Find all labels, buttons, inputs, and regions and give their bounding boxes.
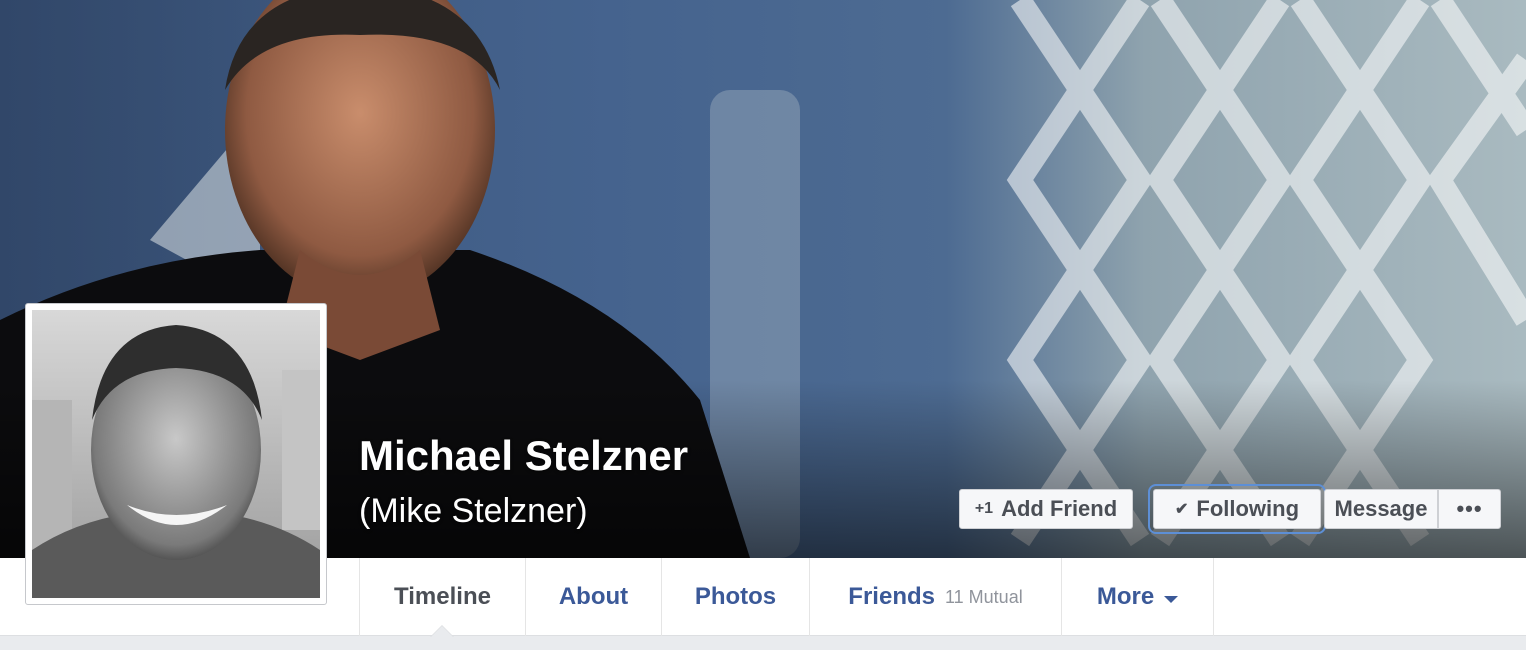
tab-about[interactable]: About xyxy=(525,558,661,636)
tab-label: About xyxy=(558,583,629,610)
add-friend-button[interactable]: +1 Add Friend xyxy=(959,489,1133,529)
profile-alternate-name: (Mike Stelzner) xyxy=(359,492,588,530)
page-background xyxy=(0,636,1526,650)
profile-picture[interactable] xyxy=(25,303,327,605)
checkmark-icon: ✔ xyxy=(1174,501,1189,518)
active-tab-indicator-inner xyxy=(431,626,453,637)
tab-label: Friends xyxy=(848,583,935,610)
profile-photo-image xyxy=(32,310,320,598)
add-friend-icon: +1 xyxy=(974,500,994,517)
tab-label: More xyxy=(1096,583,1155,610)
add-friend-label: Add Friend xyxy=(1001,496,1118,521)
ellipsis-icon: ••• xyxy=(1456,496,1483,521)
message-button[interactable]: Message xyxy=(1324,489,1438,529)
tab-more[interactable]: More xyxy=(1061,558,1214,636)
caret-down-icon xyxy=(1164,595,1179,603)
message-label: Message xyxy=(1334,496,1428,521)
mutual-friends-count: 11 Mutual xyxy=(944,586,1023,607)
following-button[interactable]: ✔ Following xyxy=(1148,484,1326,534)
more-options-button[interactable]: ••• xyxy=(1438,489,1501,529)
tab-friends[interactable]: Friends 11 Mutual xyxy=(809,558,1061,636)
tab-label: Photos xyxy=(694,583,777,610)
tab-photos[interactable]: Photos xyxy=(661,558,809,636)
tab-label: Timeline xyxy=(394,583,491,610)
following-label: Following xyxy=(1196,496,1300,521)
profile-name[interactable]: Michael Stelzner xyxy=(359,432,688,480)
